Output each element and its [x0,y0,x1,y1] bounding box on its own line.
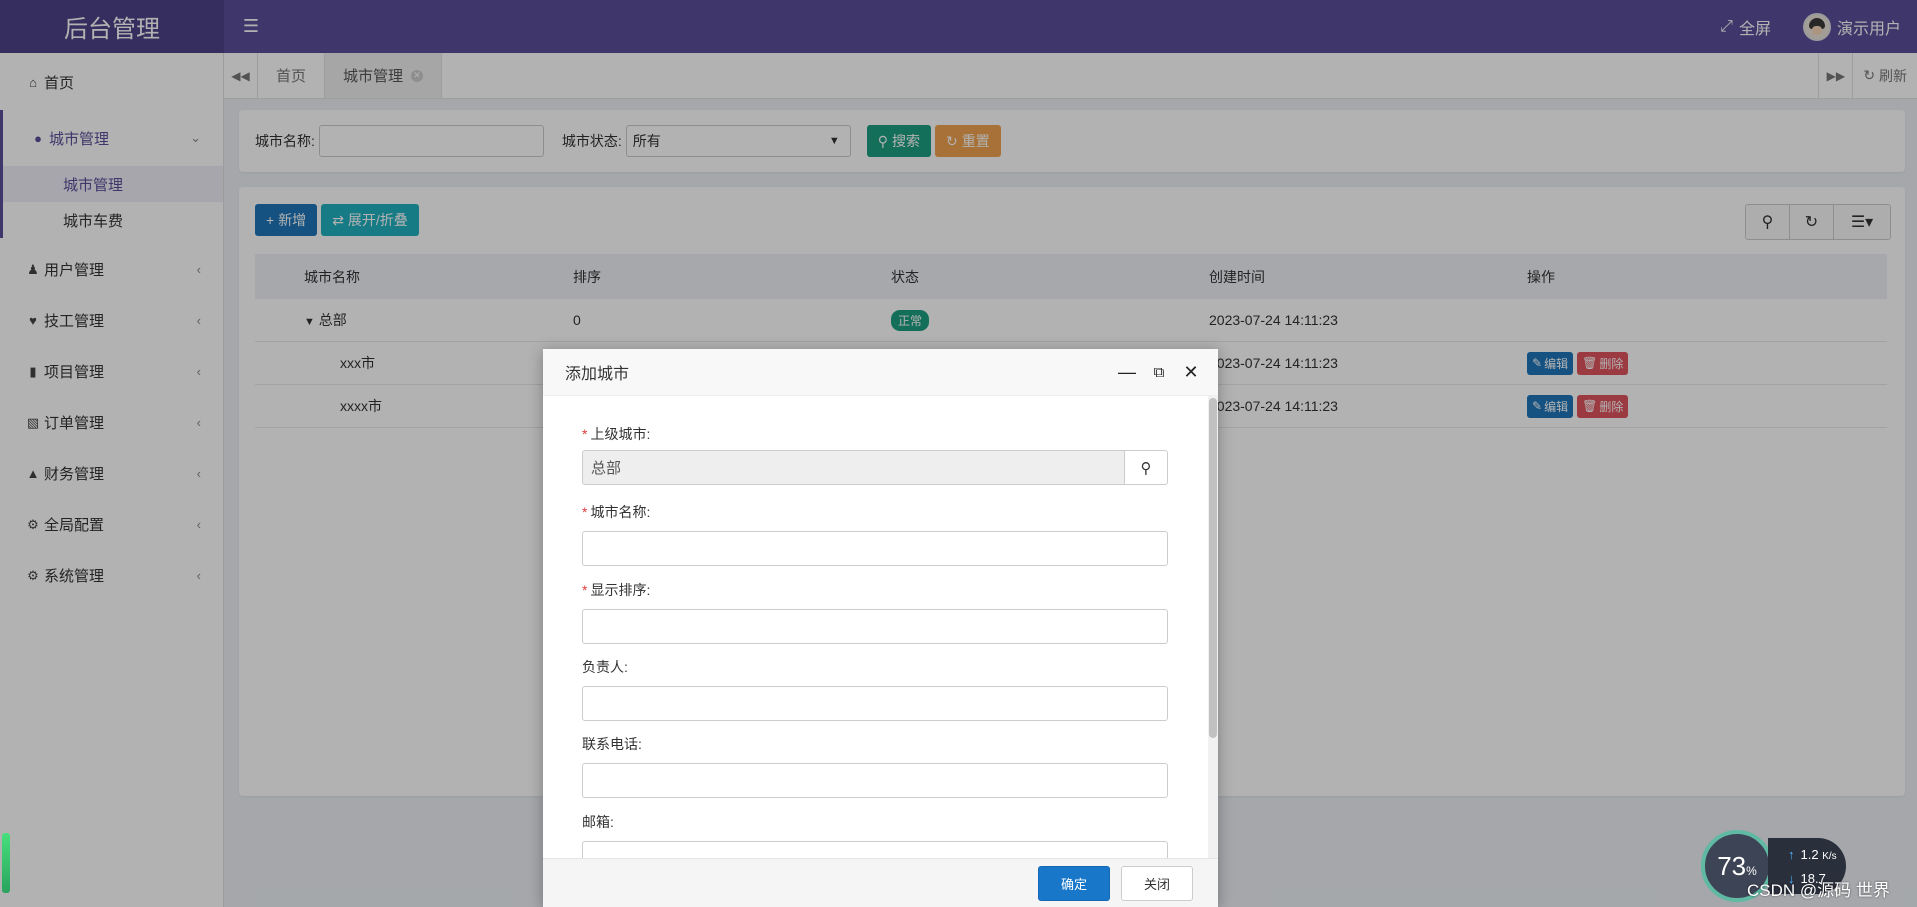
dialog-footer: 确定 关闭 [543,858,1218,907]
add-city-dialog: 添加城市 — ⧉ ✕ * 上级城市: 总部 ⚲ * 城市名称: * 显示排序: 负责人… [543,349,1218,907]
dialog-title: 添加城市 [565,366,630,383]
search-icon: ⚲ [1140,459,1152,477]
net-up-row: ↑ 1.2 K/s [1788,844,1846,868]
dialog-titlebar: 添加城市 — ⧉ ✕ [543,349,1218,396]
field-label: 邮箱: [582,814,614,830]
close-button[interactable]: 关闭 [1120,865,1193,901]
leader-input[interactable] [582,686,1168,721]
cpu-percent: 73 [1717,850,1747,881]
field-label: 联系电话: [582,736,642,752]
parent-city-field: * 上级城市: 总部 ⚲ [582,424,1168,485]
field-label: * 上级城市: [582,424,1168,444]
field-label-text: 上级城市: [590,426,651,442]
net-up-value: 1.2 [1800,847,1819,862]
upload-arrow-icon: ↑ [1788,847,1795,862]
sort-order-input[interactable] [582,609,1168,644]
dialog-body: * 上级城市: 总部 ⚲ * 城市名称: * 显示排序: 负责人: 联系电话: 邮箱: [543,396,1218,858]
email-field: 邮箱: [582,812,1168,858]
status-bar [2,833,10,893]
close-icon[interactable]: ✕ [1182,362,1200,382]
watermark: CSDN @源码 世界 [1747,881,1890,900]
sort-order-field: * 显示排序: [582,580,1168,644]
field-label: * 城市名称: [582,502,1168,522]
scrollbar-thumb[interactable] [1209,398,1217,738]
required-mark: * [582,504,588,520]
field-label-text: 城市名称: [590,504,651,520]
dialog-scrollbar[interactable] [1208,396,1218,858]
required-mark: * [582,426,588,442]
field-label: * 显示排序: [582,580,1168,600]
city-name-input[interactable] [582,531,1168,566]
phone-field: 联系电话: [582,734,1168,798]
parent-city-group: 总部 ⚲ [582,450,1168,485]
required-mark: * [582,582,588,598]
confirm-button[interactable]: 确定 [1037,865,1110,901]
net-up-unit: K/s [1822,851,1837,862]
city-name-field: * 城市名称: [582,502,1168,566]
parent-city-input[interactable]: 总部 [582,450,1124,485]
minimize-icon[interactable]: — [1118,362,1136,382]
maximize-icon[interactable]: ⧉ [1150,363,1168,381]
dialog-controls: — ⧉ ✕ [1118,362,1218,382]
leader-field: 负责人: [582,657,1168,721]
phone-input[interactable] [582,763,1168,798]
field-label: 负责人: [582,659,628,675]
field-label-text: 显示排序: [590,582,651,598]
email-input[interactable] [582,841,1168,858]
parent-city-search-button[interactable]: ⚲ [1124,450,1168,485]
